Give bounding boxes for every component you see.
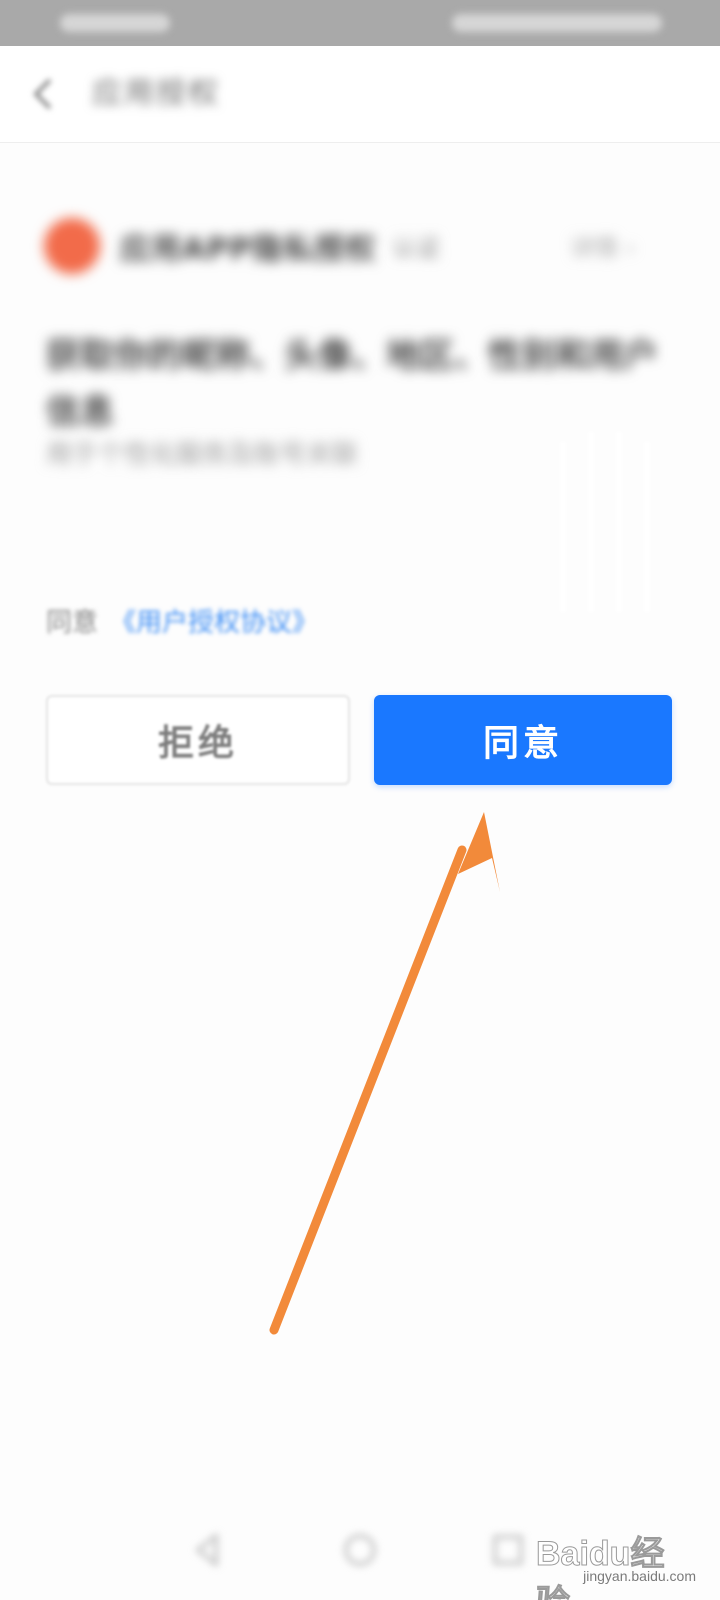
chevron-left-icon[interactable] — [26, 76, 62, 112]
baidu-watermark: Baidu经验 jingyan.baidu.com — [536, 1520, 706, 1600]
agreement-line: 同意 《用户授权协议》 — [46, 602, 318, 639]
permission-title: 获取你的昵称、头像、地区、性别和用户信息 — [46, 336, 658, 432]
agreement-prefix: 同意 — [46, 608, 99, 638]
page-title: 应用授权 — [92, 76, 220, 111]
agree-button[interactable]: 同意 — [374, 695, 672, 785]
app-details-link[interactable]: 详情 › — [570, 228, 635, 263]
auth-content: 应用APP隐私授权 认证 详情 › 获取你的昵称、头像、地区、性别和用户信息 用… — [0, 142, 720, 662]
triangle-back-icon[interactable] — [188, 1530, 228, 1570]
status-right-blur — [452, 14, 662, 32]
app-tag: 认证 — [392, 234, 440, 262]
reject-button[interactable]: 拒绝 — [46, 695, 350, 785]
blur-streak — [616, 432, 622, 612]
status-left-blur — [60, 14, 170, 32]
circle-home-icon[interactable] — [340, 1530, 380, 1570]
watermark-brand: Baidu经验 — [536, 1535, 665, 1600]
agreement-link[interactable]: 《用户授权协议》 — [110, 608, 318, 638]
app-name: 应用APP隐私授权 — [120, 232, 377, 267]
blur-streak — [644, 442, 650, 612]
app-logo — [44, 218, 100, 274]
permission-description: 用于个性化服务及账号关联 — [46, 440, 359, 470]
top-bar: 应用授权 — [0, 46, 720, 143]
auth-screen: 应用授权 应用APP隐私授权 认证 详情 › 获取你的昵称、头像、地区、性别和用… — [0, 0, 720, 1600]
watermark-url: jingyan.baidu.com — [583, 1568, 696, 1584]
status-bar — [0, 0, 720, 46]
blur-streak — [560, 442, 566, 612]
square-recent-icon[interactable] — [488, 1530, 528, 1570]
blur-streak — [588, 432, 594, 612]
